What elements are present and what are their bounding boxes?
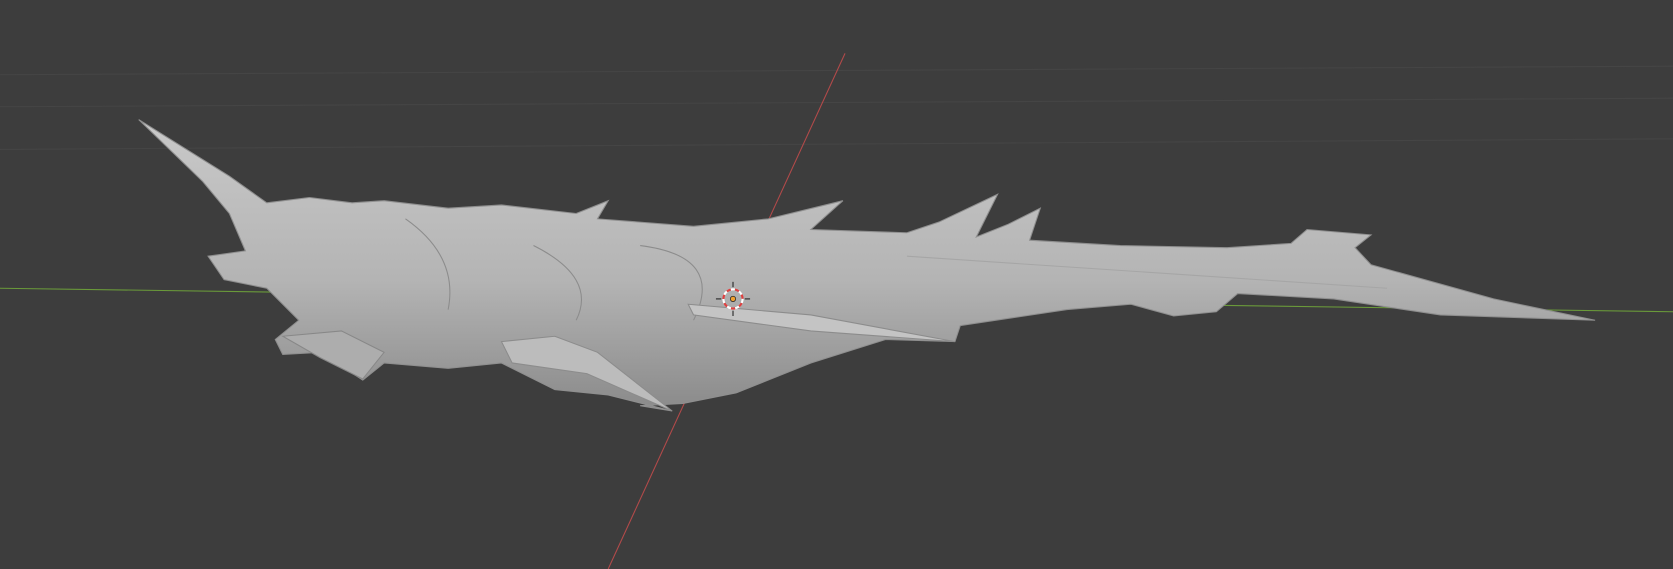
viewport-canvas[interactable] — [0, 0, 1673, 569]
floor-grid — [0, 65, 1673, 150]
object-origin-icon — [729, 295, 737, 302]
whale-mesh[interactable] — [138, 119, 1596, 412]
3d-viewport[interactable] — [0, 0, 1673, 569]
